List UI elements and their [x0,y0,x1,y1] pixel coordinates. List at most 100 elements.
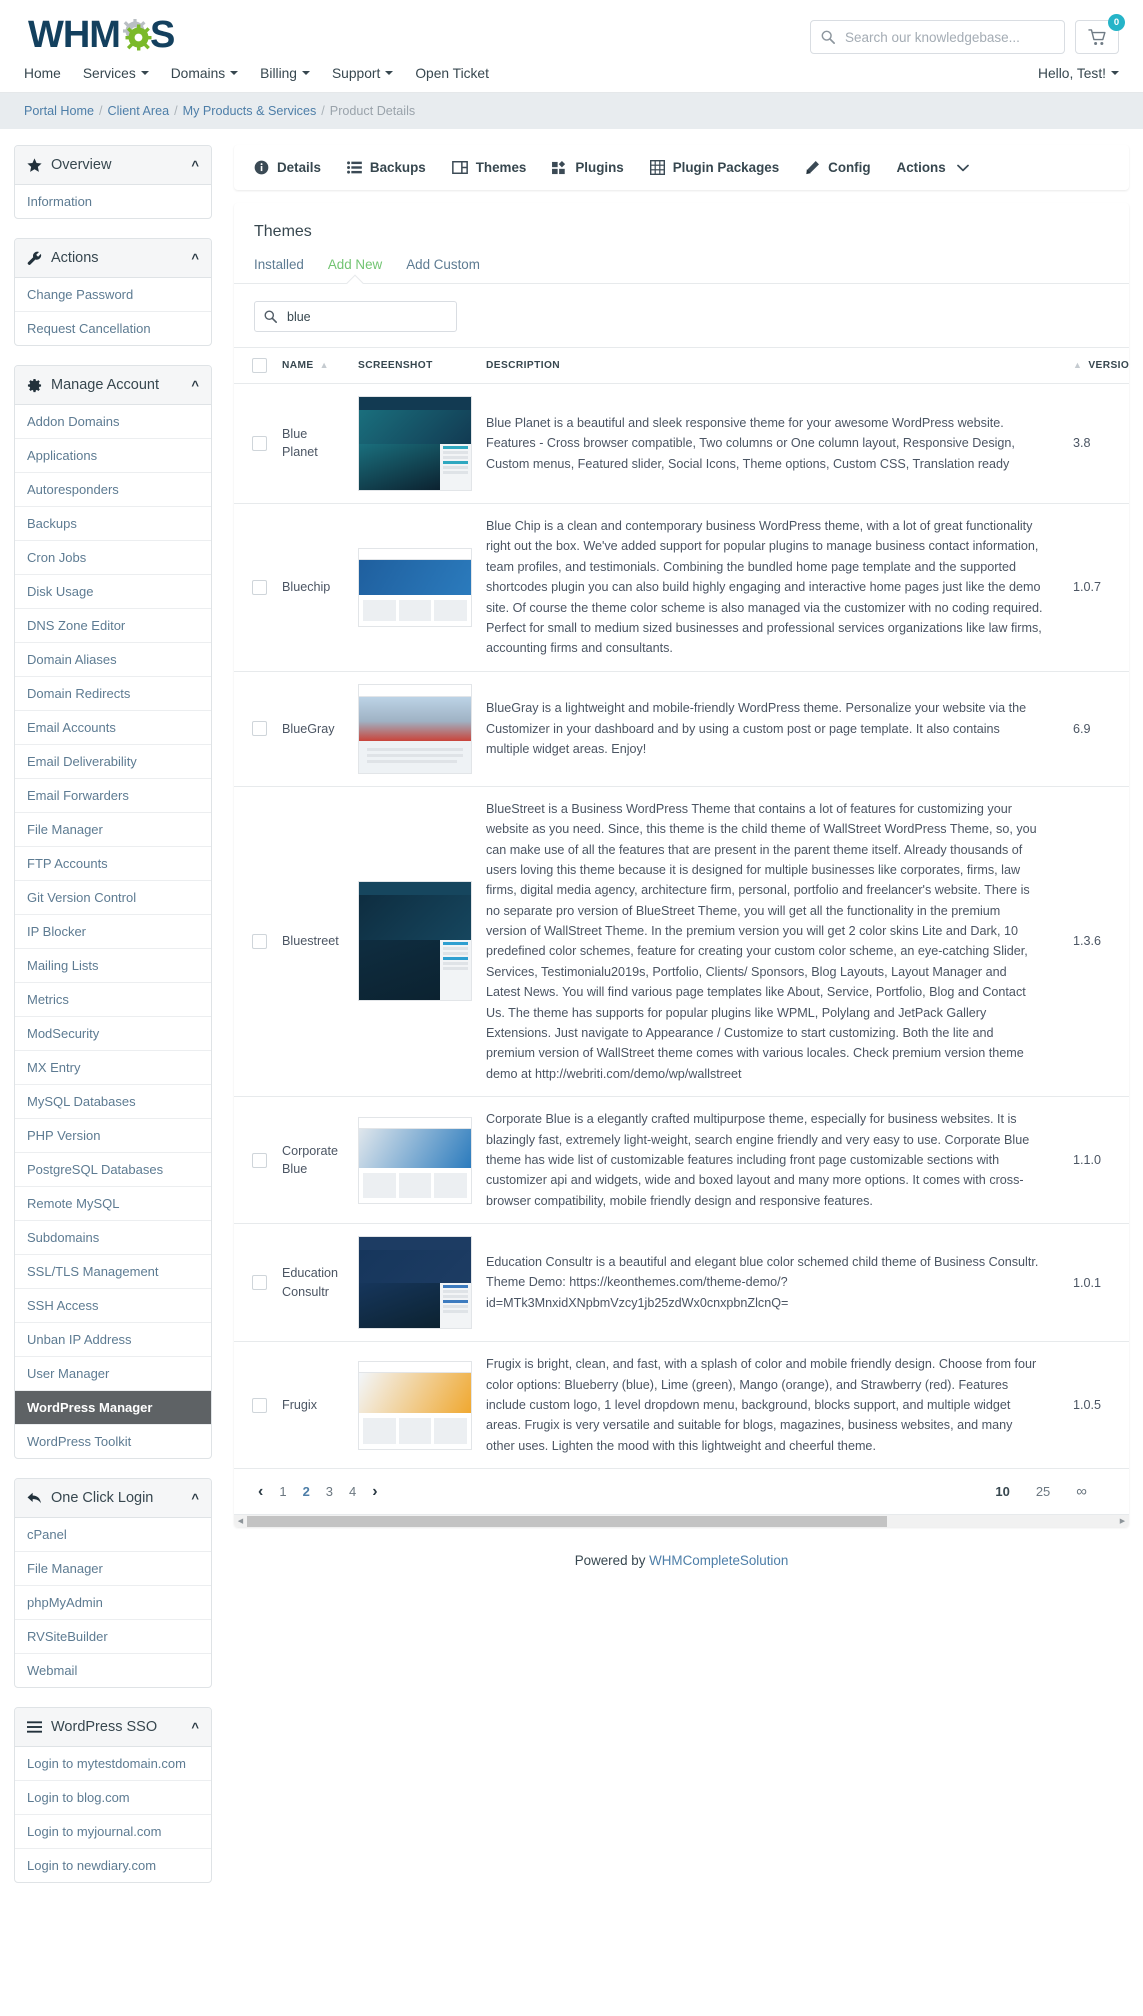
sidebar-item-label[interactable]: WordPress Manager [15,1391,211,1424]
sidebar-item-ftp-accounts[interactable]: FTP Accounts [15,846,211,880]
sidebar-item-cron-jobs[interactable]: Cron Jobs [15,540,211,574]
sidebar-item-label[interactable]: FTP Accounts [15,847,211,880]
sidebar-item-label[interactable]: Login to myjournal.com [15,1815,211,1848]
sidebar-item-label[interactable]: Git Version Control [15,881,211,914]
sidebar-item-change-password[interactable]: Change Password [15,278,211,311]
row-checkbox[interactable] [252,721,267,737]
row-checkbox[interactable] [252,579,267,595]
sidebar-item-label[interactable]: ModSecurity [15,1017,211,1050]
themes-search-box[interactable] [254,301,457,332]
sidebar-item-backups[interactable]: Backups [15,506,211,540]
nav-item-support[interactable]: Support [332,66,394,81]
chevron-up-icon[interactable]: ^ [191,159,199,172]
sidebar-item-file-manager[interactable]: File Manager [15,812,211,846]
nav-item-services[interactable]: Services [83,66,149,81]
sidebar-item-label[interactable]: Addon Domains [15,405,211,438]
cart-button[interactable]: 0 [1075,14,1125,54]
sidebar-item-php-version[interactable]: PHP Version [15,1118,211,1152]
chevron-up-icon[interactable]: ^ [191,252,199,265]
sidebar-item-subdomains[interactable]: Subdomains [15,1220,211,1254]
sidebar-panel-header[interactable]: Manage Account ^ [15,366,211,405]
sidebar-item-email-deliverability[interactable]: Email Deliverability [15,744,211,778]
sidebar-item-mailing-lists[interactable]: Mailing Lists [15,948,211,982]
sidebar-item-login-to-myjournal-com[interactable]: Login to myjournal.com [15,1814,211,1848]
table-row[interactable]: Corporate Blue Corporate Blue is a elegan… [234,1096,1129,1225]
column-header-version[interactable]: ▲ VERSION [1059,347,1129,384]
sidebar-item-domain-redirects[interactable]: Domain Redirects [15,676,211,710]
chevron-up-icon[interactable]: ^ [191,1721,199,1734]
subtab-add-custom[interactable]: Add Custom [406,257,480,272]
page-button-1[interactable]: 1 [279,1484,286,1499]
sidebar-item-information[interactable]: Information [15,185,211,218]
table-row[interactable]: Bluechip Blue Chip is a clean and contemp… [234,503,1129,672]
sidebar-item-label[interactable]: File Manager [15,1552,211,1585]
sidebar-item-label[interactable]: Unban IP Address [15,1323,211,1356]
sidebar-item-email-accounts[interactable]: Email Accounts [15,710,211,744]
sidebar-item-domain-aliases[interactable]: Domain Aliases [15,642,211,676]
sidebar-panel-header[interactable]: Actions ^ [15,239,211,278]
per-page-all[interactable]: ∞ [1076,1483,1087,1500]
scrollbar-track[interactable] [887,1515,1116,1527]
scrollbar-thumb[interactable] [247,1515,887,1527]
row-checkbox[interactable] [252,1275,267,1291]
scroll-left-arrow-icon[interactable]: ◀ [234,1517,247,1525]
sidebar-item-applications[interactable]: Applications [15,438,211,472]
nav-item-home[interactable]: Home [24,66,61,81]
sidebar-item-login-to-newdiary-com[interactable]: Login to newdiary.com [15,1848,211,1882]
sidebar-item-label[interactable]: Backups [15,507,211,540]
footer-link[interactable]: WHMCompleteSolution [649,1553,788,1568]
sidebar-item-label[interactable]: Remote MySQL [15,1187,211,1220]
breadcrumb-item-my-products-services[interactable]: My Products & Services [183,104,317,118]
sidebar-item-label[interactable]: IP Blocker [15,915,211,948]
sidebar-item-label[interactable]: Mailing Lists [15,949,211,982]
tab-themes[interactable]: Themes [451,160,526,175]
sidebar-item-email-forwarders[interactable]: Email Forwarders [15,778,211,812]
search-input[interactable] [843,28,1054,46]
sidebar-item-label[interactable]: Subdomains [15,1221,211,1254]
sidebar-item-ssl-tls-management[interactable]: SSL/TLS Management [15,1254,211,1288]
whmcs-logo[interactable]: WHM S [24,16,175,54]
chevron-up-icon[interactable]: ^ [191,1492,199,1505]
sidebar-item-label[interactable]: Cron Jobs [15,541,211,574]
sidebar-item-label[interactable]: Autoresponders [15,473,211,506]
sidebar-item-label[interactable]: RVSiteBuilder [15,1620,211,1653]
sidebar-item-label[interactable]: Domain Redirects [15,677,211,710]
page-button-4[interactable]: 4 [349,1484,356,1499]
sidebar-item-login-to-mytestdomain-com[interactable]: Login to mytestdomain.com [15,1747,211,1780]
sidebar-item-disk-usage[interactable]: Disk Usage [15,574,211,608]
sidebar-item-label[interactable]: cPanel [15,1518,211,1551]
tab-actions[interactable]: Actions [897,160,969,175]
table-row[interactable]: Frugix Frugix is bright, clean, and fast,… [234,1341,1129,1470]
sidebar-item-login-to-blog-com[interactable]: Login to blog.com [15,1780,211,1814]
sidebar-item-unban-ip-address[interactable]: Unban IP Address [15,1322,211,1356]
sidebar-item-label[interactable]: WordPress Toolkit [15,1425,211,1458]
sidebar-panel-header[interactable]: WordPress SSO ^ [15,1708,211,1747]
row-checkbox[interactable] [252,1397,267,1413]
sidebar-item-dns-zone-editor[interactable]: DNS Zone Editor [15,608,211,642]
nav-item-billing[interactable]: Billing [260,66,310,81]
tab-plugins[interactable]: Plugins [552,160,624,175]
page-button-2[interactable]: 2 [303,1484,310,1499]
themes-search-input[interactable] [285,308,447,325]
table-row[interactable]: BlueGray BlueGray is a lightweight and mo… [234,671,1129,787]
knowledgebase-search[interactable] [810,20,1065,54]
account-dropdown[interactable]: Hello, Test! [1038,66,1119,81]
sidebar-item-label[interactable]: Email Accounts [15,711,211,744]
sidebar-item-label[interactable]: Domain Aliases [15,643,211,676]
sidebar-item-label[interactable]: Email Forwarders [15,779,211,812]
sidebar-item-remote-mysql[interactable]: Remote MySQL [15,1186,211,1220]
subtab-installed[interactable]: Installed [254,257,304,272]
sidebar-item-autoresponders[interactable]: Autoresponders [15,472,211,506]
sidebar-item-label[interactable]: Metrics [15,983,211,1016]
sidebar-item-label[interactable]: phpMyAdmin [15,1586,211,1619]
prev-page-button[interactable]: ‹ [258,1483,263,1500]
subtab-add-new[interactable]: Add New [328,257,382,272]
sidebar-item-label[interactable]: Login to blog.com [15,1781,211,1814]
sidebar-item-label[interactable]: User Manager [15,1357,211,1390]
sidebar-item-label[interactable]: Change Password [15,278,211,311]
table-row[interactable]: Education Consultr Education Consultr is … [234,1223,1129,1343]
sidebar-item-label[interactable]: PostgreSQL Databases [15,1153,211,1186]
sidebar-item-label[interactable]: Applications [15,439,211,472]
sidebar-item-label[interactable]: Request Cancellation [15,312,211,345]
sidebar-item-mysql-databases[interactable]: MySQL Databases [15,1084,211,1118]
